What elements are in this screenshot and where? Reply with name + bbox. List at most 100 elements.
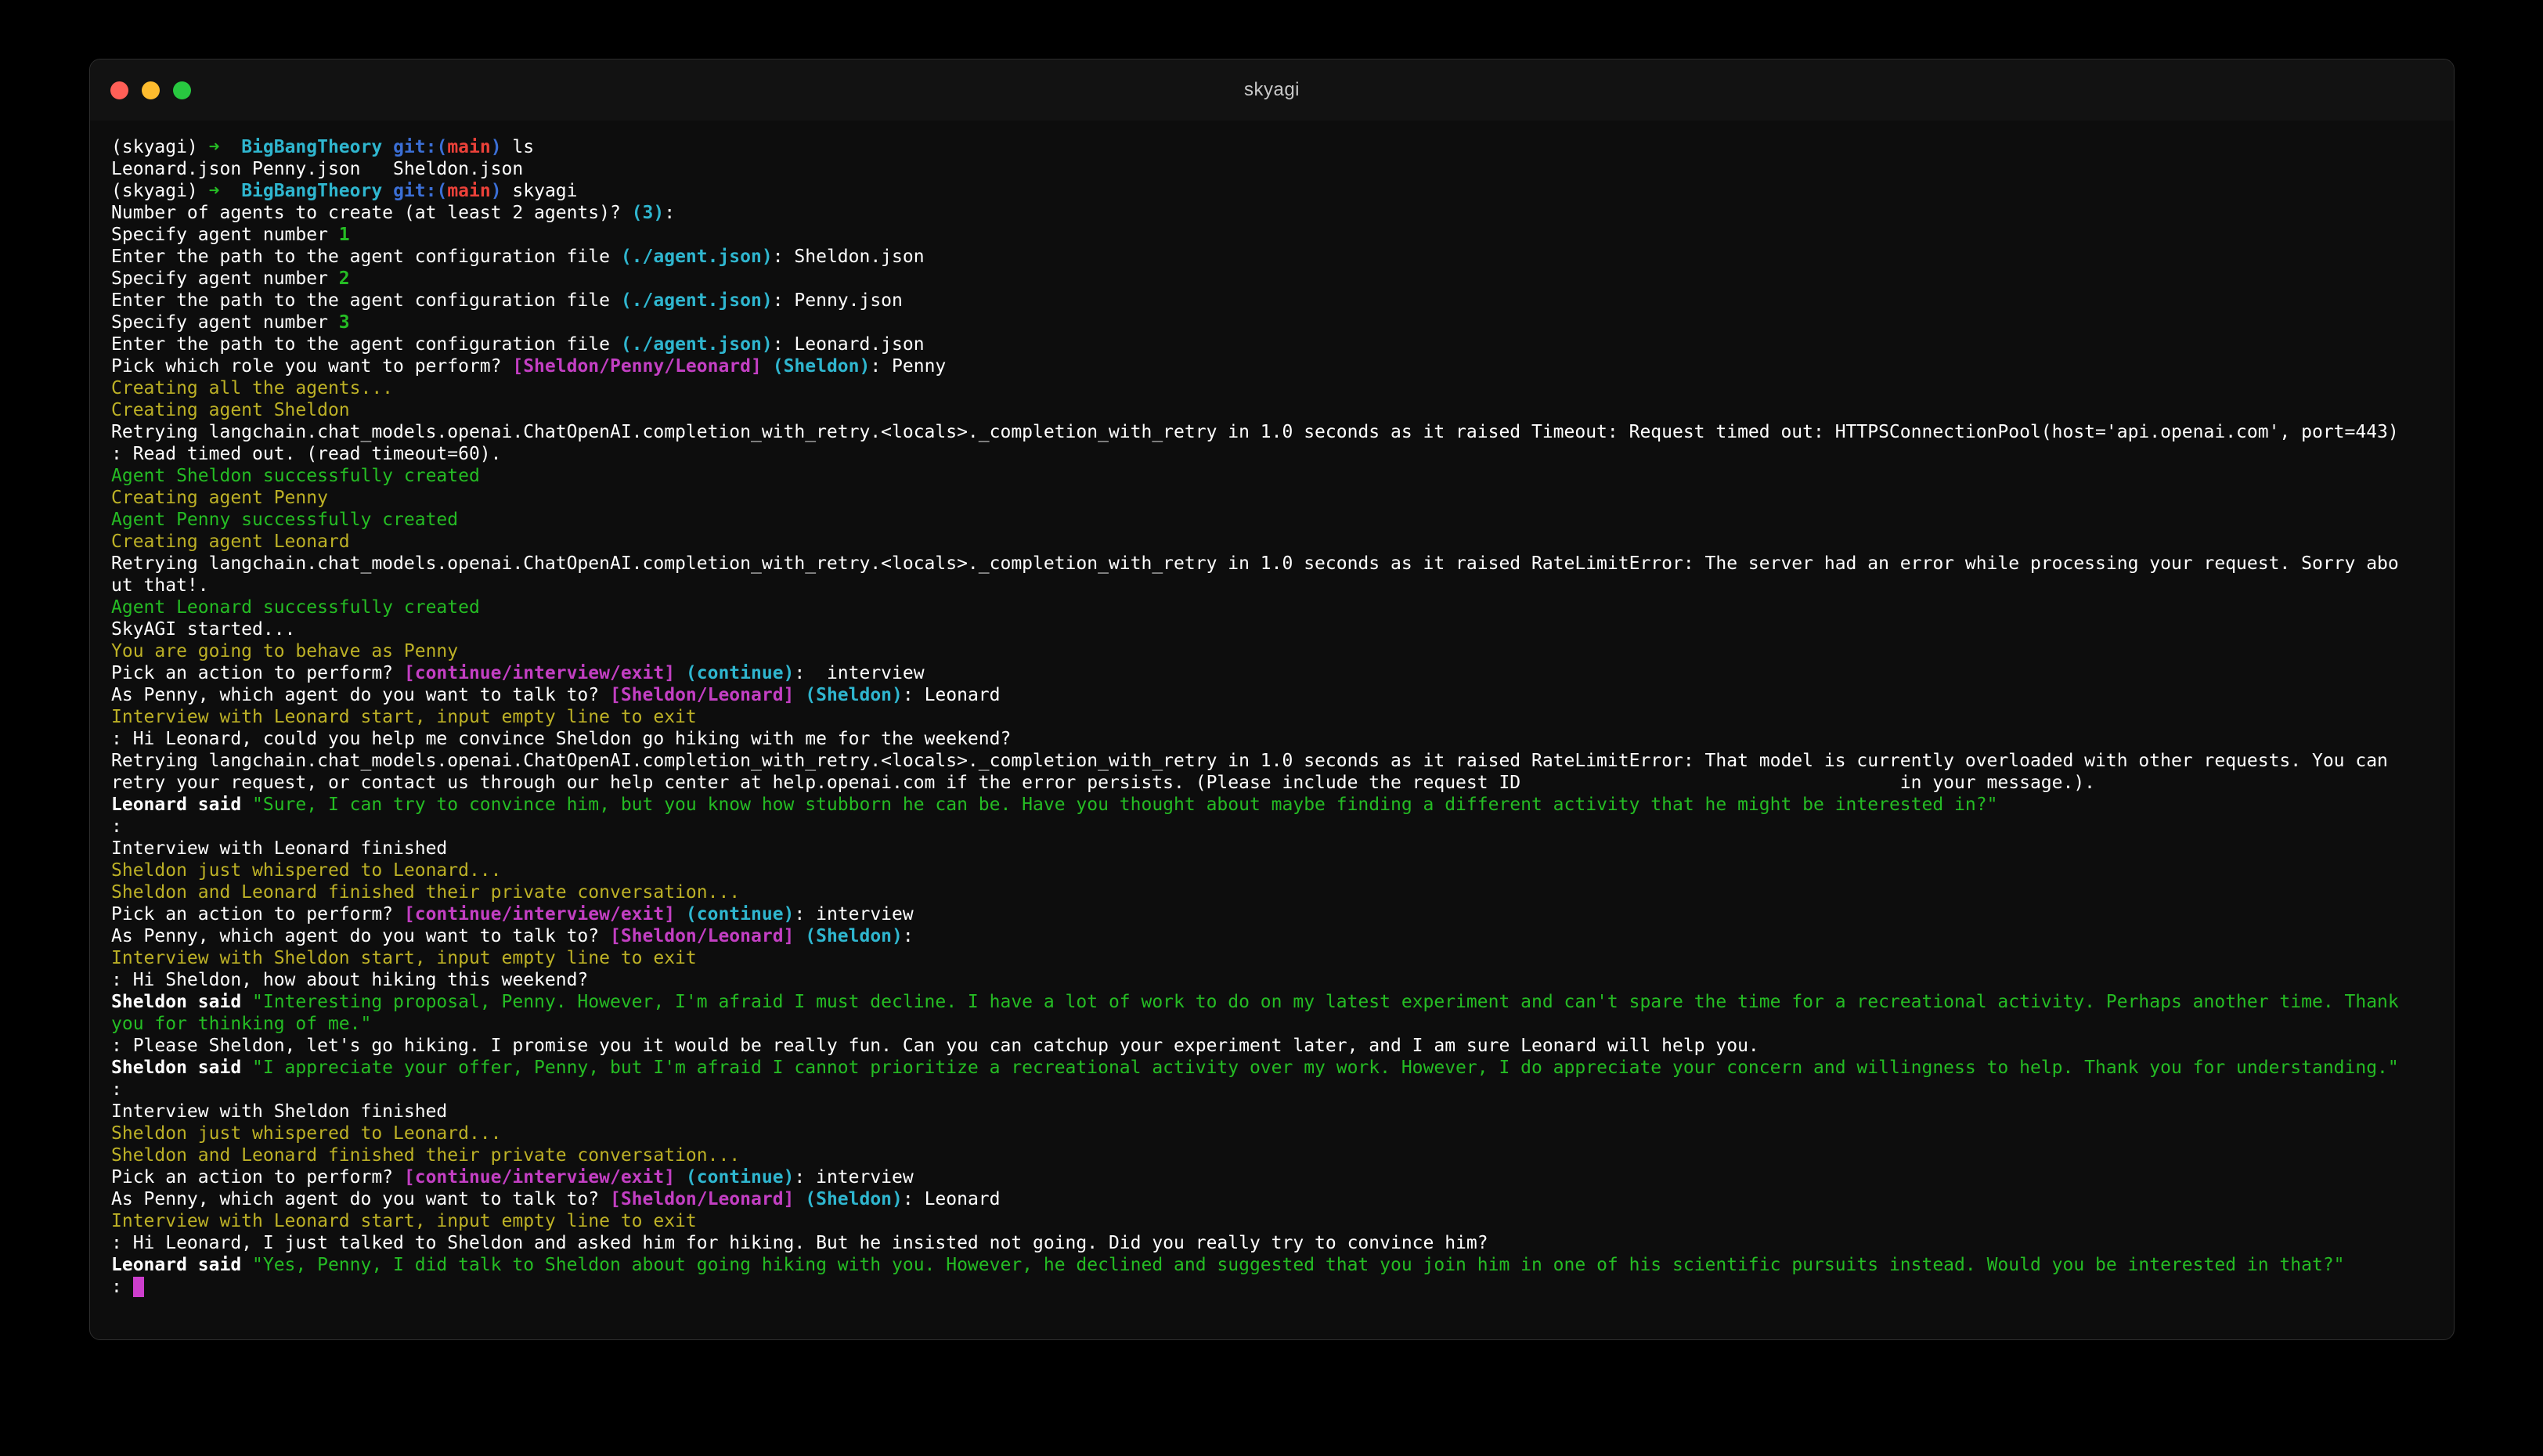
terminal-line: : Hi Leonard, could you help me convince…	[111, 728, 2433, 750]
terminal-text: [continue/interview/exit]	[404, 663, 675, 683]
terminal-line: ut that!.	[111, 575, 2433, 596]
close-button[interactable]	[110, 81, 128, 99]
terminal-text: retry your request, or contact us throug…	[111, 773, 2095, 793]
terminal-text: [Sheldon/Leonard]	[610, 1189, 794, 1209]
terminal-text: 3	[339, 312, 350, 333]
terminal-line: Interview with Leonard start, input empt…	[111, 1210, 2433, 1232]
terminal-text: Pick an action to perform?	[111, 1167, 404, 1188]
terminal-text: Leonard said	[111, 795, 252, 815]
terminal-text: Leonard said	[111, 1255, 252, 1275]
terminal-text: Agent Leonard successfully created	[111, 597, 480, 618]
terminal-line: Creating agent Penny	[111, 487, 2433, 509]
terminal-line: Agent Leonard successfully created	[111, 596, 2433, 618]
terminal-text: : Leonard	[903, 685, 1001, 705]
terminal-text: Enter the path to the agent configuratio…	[111, 334, 621, 355]
terminal-text: you for thinking of me."	[111, 1014, 371, 1034]
terminal-line: Pick an action to perform? [continue/int…	[111, 903, 2433, 925]
terminal-line: As Penny, which agent do you want to tal…	[111, 1188, 2433, 1210]
terminal-line: As Penny, which agent do you want to tal…	[111, 925, 2433, 947]
terminal-text: : interview	[794, 1167, 913, 1188]
terminal-text: Enter the path to the agent configuratio…	[111, 247, 621, 267]
terminal-text: ut that!.	[111, 575, 209, 596]
terminal-text	[219, 137, 241, 157]
terminal-text: : Sheldon.json	[773, 247, 925, 267]
terminal-text: Number of agents to create (at least 2 a…	[111, 203, 632, 223]
terminal-text: Specify agent number	[111, 225, 339, 245]
terminal-line: Enter the path to the agent configuratio…	[111, 333, 2433, 355]
terminal-line: Sheldon and Leonard finished their priva…	[111, 1144, 2433, 1166]
terminal-line: Interview with Leonard finished	[111, 838, 2433, 860]
terminal-line: Specify agent number 3	[111, 312, 2433, 333]
terminal-text: skyagi	[512, 181, 577, 201]
terminal-line: Creating agent Sheldon	[111, 399, 2433, 421]
terminal-line: Sheldon just whispered to Leonard...	[111, 860, 2433, 881]
terminal-line: : Hi Leonard, I just talked to Sheldon a…	[111, 1232, 2433, 1254]
terminal-line: Number of agents to create (at least 2 a…	[111, 202, 2433, 224]
terminal-text: "I appreciate your offer, Penny, but I'm…	[252, 1058, 2399, 1078]
terminal-line: Sheldon and Leonard finished their priva…	[111, 881, 2433, 903]
terminal-text: main	[447, 181, 490, 201]
terminal-text	[675, 663, 686, 683]
terminal-line: Leonard said "Yes, Penny, I did talk to …	[111, 1254, 2433, 1276]
terminal-text: : Leonard	[903, 1189, 1001, 1209]
terminal-text: : interview	[794, 904, 913, 924]
terminal-line: Sheldon just whispered to Leonard...	[111, 1123, 2433, 1144]
terminal-line: Interview with Sheldon finished	[111, 1101, 2433, 1123]
terminal-text: (Sheldon)	[773, 356, 871, 377]
terminal-text	[675, 1167, 686, 1188]
terminal-text: Leonard.json Penny.json Sheldon.json	[111, 159, 523, 179]
terminal-line: Leonard.json Penny.json Sheldon.json	[111, 158, 2433, 180]
terminal-text: Creating agent Penny	[111, 488, 328, 508]
terminal-text	[219, 181, 241, 201]
terminal-line: Sheldon said "Interesting proposal, Penn…	[111, 991, 2433, 1013]
zoom-button[interactable]	[173, 81, 191, 99]
terminal-cursor[interactable]	[133, 1277, 144, 1297]
terminal-text: (3)	[632, 203, 665, 223]
terminal-text: SkyAGI started...	[111, 619, 295, 640]
terminal-text: As Penny, which agent do you want to tal…	[111, 685, 610, 705]
terminal-text: Interview with Leonard start, input empt…	[111, 707, 697, 727]
terminal-text: (skyagi)	[111, 181, 209, 201]
terminal-text: "Interesting proposal, Penny. However, I…	[252, 992, 2399, 1012]
terminal-text: ➜	[209, 181, 220, 201]
terminal-text: (continue)	[686, 1167, 794, 1188]
terminal-text: 2	[339, 268, 350, 289]
terminal-output[interactable]: (skyagi) ➜ BigBangTheory git:(main) lsLe…	[90, 121, 2454, 1314]
terminal-text: 1	[339, 225, 350, 245]
terminal-text: As Penny, which agent do you want to tal…	[111, 1189, 610, 1209]
terminal-text: Creating all the agents...	[111, 378, 393, 398]
minimize-button[interactable]	[142, 81, 160, 99]
terminal-text: Agent Sheldon successfully created	[111, 466, 480, 486]
terminal-line: you for thinking of me."	[111, 1013, 2433, 1035]
terminal-text: (skyagi)	[111, 137, 209, 157]
terminal-text: Pick an action to perform?	[111, 663, 404, 683]
terminal-text: : Read timed out. (read timeout=60).	[111, 444, 502, 464]
terminal-text: Retrying langchain.chat_models.openai.Ch…	[111, 422, 2399, 442]
terminal-text: : Hi Leonard, could you help me convince…	[111, 729, 1011, 749]
terminal-text: : Leonard.json	[773, 334, 925, 355]
terminal-text: (Sheldon)	[805, 685, 903, 705]
terminal-text: : Penny	[870, 356, 946, 377]
terminal-text: Pick which role you want to perform?	[111, 356, 512, 377]
terminal-text: Specify agent number	[111, 312, 339, 333]
terminal-text: Creating agent Leonard	[111, 532, 350, 552]
terminal-text: Sheldon just whispered to Leonard...	[111, 1123, 502, 1144]
terminal-line: Enter the path to the agent configuratio…	[111, 246, 2433, 268]
window-titlebar[interactable]: skyagi	[90, 59, 2454, 121]
terminal-text: You are going to behave as Penny	[111, 641, 458, 661]
terminal-text: "Sure, I can try to convince him, but yo…	[252, 795, 1997, 815]
terminal-text: [continue/interview/exit]	[404, 904, 675, 924]
terminal-text: Sheldon said	[111, 1058, 252, 1078]
terminal-line: Retrying langchain.chat_models.openai.Ch…	[111, 553, 2433, 575]
terminal-text: (./agent.json)	[621, 334, 773, 355]
terminal-line: : Read timed out. (read timeout=60).	[111, 443, 2433, 465]
terminal-line: (skyagi) ➜ BigBangTheory git:(main) skya…	[111, 180, 2433, 202]
terminal-text	[675, 904, 686, 924]
terminal-text: Retrying langchain.chat_models.openai.Ch…	[111, 553, 2399, 574]
terminal-text: :	[903, 926, 914, 946]
terminal-text: : Hi Sheldon, how about hiking this week…	[111, 970, 588, 990]
terminal-line: Specify agent number 2	[111, 268, 2433, 290]
terminal-line: Pick an action to perform? [continue/int…	[111, 662, 2433, 684]
terminal-line: Agent Penny successfully created	[111, 509, 2433, 531]
terminal-text: Interview with Sheldon start, input empt…	[111, 948, 697, 968]
